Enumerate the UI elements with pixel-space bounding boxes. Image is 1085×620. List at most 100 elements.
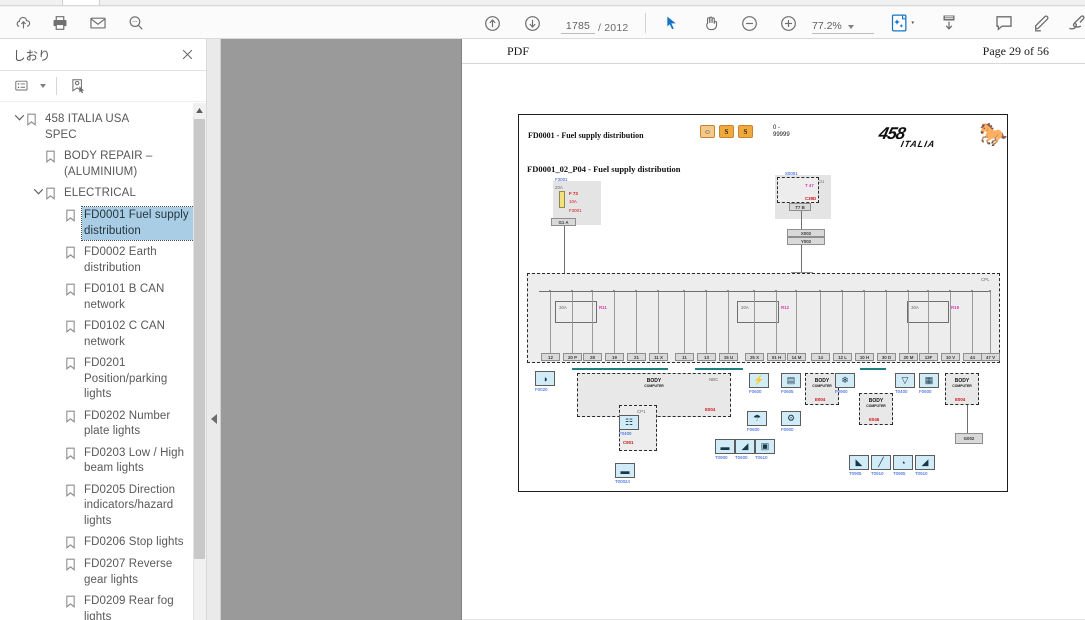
twisty-placeholder (51, 244, 65, 247)
twisty-placeholder (51, 355, 65, 358)
component-symbol-ref: F0600 (747, 427, 760, 432)
bookmark-item-body[interactable]: BODY REPAIR – (ALUMINIUM) (0, 146, 206, 183)
main-toolbar: 1785 / 2012 77.2% (0, 7, 1085, 39)
bookmark-options-icon[interactable] (12, 76, 34, 96)
page-total-label: / 2012 (598, 22, 629, 34)
zoom-in-button[interactable] (775, 11, 801, 35)
component-symbol-box: ⚙ (781, 411, 801, 426)
junction-dot (613, 290, 615, 292)
diagram-range-label: 0 -99999 (773, 125, 790, 138)
terminal-wire (636, 291, 637, 353)
bookmarks-panel-header: しおり (0, 39, 206, 71)
relay-box-1-ref: R11 (599, 305, 607, 310)
hand-tool-icon[interactable] (698, 11, 724, 35)
page-header-left: PDF (507, 44, 530, 58)
terminal-wire (550, 291, 551, 353)
search-icon[interactable] (123, 11, 149, 35)
page-down-button[interactable] (519, 11, 545, 35)
chevron-down-icon[interactable] (40, 84, 46, 88)
fuse-rating: 10A (569, 199, 577, 204)
bookmark-tree-list: 458 ITALIA USA SPEC BODY REPAIR – (ALUMIN… (0, 103, 206, 620)
bookmark-item-fd0209[interactable]: FD0209 Rear fog lights (0, 591, 206, 620)
junction-dot (841, 290, 843, 292)
bookmark-item-fd0202[interactable]: FD0202 Number plate lights (0, 406, 206, 443)
highlight-pen-icon[interactable] (1029, 11, 1055, 35)
twisty-placeholder (51, 556, 65, 559)
bookmark-item-fd0203[interactable]: FD0203 Low / High beam lights (0, 443, 206, 480)
junction-dot (971, 290, 973, 292)
relay-box-2-rating: 20A (741, 305, 749, 310)
bus-bar-2 (695, 368, 743, 370)
enhance-scan-icon[interactable] (888, 11, 922, 35)
email-icon[interactable] (85, 11, 111, 35)
bookmark-item-fd0201[interactable]: FD0201 Position/parking lights (0, 353, 206, 406)
bookmark-item-fd0206[interactable]: FD0206 Stop lights (0, 532, 206, 554)
pdf-page[interactable]: PDF Page 29 of 56 FD0001 - Fuel supply d… (461, 39, 1085, 620)
bookmark-item-fd0102[interactable]: FD0102 C CAN network (0, 316, 206, 353)
zoom-level-control[interactable]: 77.2% (812, 16, 874, 34)
sidebar-scrollbar-thumb[interactable] (194, 119, 205, 559)
junction-dot (657, 290, 659, 292)
body-computer-3-code: E046 (869, 417, 880, 422)
chevron-down-icon[interactable] (31, 185, 45, 195)
fill-and-sign-icon[interactable] (934, 11, 964, 35)
bookmark-item-fd0101[interactable]: FD0101 B CAN network (0, 279, 206, 316)
comment-icon[interactable] (990, 11, 1018, 35)
bookmark-item-fd0205[interactable]: FD0205 Direction indicators/hazard light… (0, 480, 206, 533)
chevron-down-icon[interactable] (12, 111, 26, 121)
bookmark-tree[interactable]: 458 ITALIA USA SPEC BODY REPAIR – (ALUMIN… (0, 103, 206, 620)
select-tool-icon[interactable] (659, 11, 685, 35)
ground-node: G002 (955, 433, 983, 444)
relay-ref: T 47 (805, 183, 814, 188)
page-number-input[interactable]: 1785 (561, 20, 595, 34)
terminal-cell-label: 44 (970, 354, 975, 360)
bookmarks-panel-title: しおり (13, 49, 51, 63)
chevron-down-icon[interactable] (847, 25, 854, 29)
terminal-cell: 13F (919, 353, 938, 361)
page-up-button[interactable] (479, 11, 505, 35)
terminal-wire (706, 291, 707, 353)
bookmark-item-458[interactable]: 458 ITALIA USA SPEC (0, 109, 206, 146)
collapse-panel-icon[interactable] (210, 413, 218, 425)
scroll-up-arrow-icon[interactable] (193, 103, 206, 117)
bookmark-item-electrical[interactable]: ELECTRICAL (0, 183, 206, 205)
component-symbol-box: ☂ (747, 411, 767, 426)
relay-box-1-rating: 30A (559, 305, 567, 310)
terminal-cell: 11 (675, 353, 694, 361)
twisty-placeholder (51, 281, 65, 284)
body-computer-2-code: E004 (815, 397, 826, 402)
junction-dot (989, 290, 991, 292)
component-symbol-ref: T0610 (755, 455, 768, 460)
component-symbol-ref: T0910 (871, 471, 884, 476)
connector-node-left: G1 A (551, 218, 576, 226)
bookmark-item-fd0207[interactable]: FD0207 Reverse gear lights (0, 554, 206, 591)
body-computer-2-subtitle: COMPUTER (812, 384, 832, 388)
terminal-wire (572, 291, 573, 353)
bookmark-item-fd0001[interactable]: FD0001 Fuel supply distribution (0, 205, 206, 242)
panel-splitter[interactable] (207, 39, 221, 620)
draw-tool-icon[interactable] (1063, 11, 1085, 35)
terminal-wire (928, 291, 929, 353)
terminal-cell: 12 (541, 353, 560, 361)
document-viewport[interactable]: PDF Page 29 of 56 FD0001 - Fuel supply d… (221, 39, 1085, 620)
junction-dot (863, 290, 865, 292)
bookmark-item-fd0002[interactable]: FD0002 Earth distribution (0, 242, 206, 279)
right-relay-top-tag: S0001 (785, 171, 798, 176)
twisty-placeholder (51, 408, 65, 411)
new-bookmark-icon[interactable] (67, 76, 89, 96)
body-computer-1-subtitle: COMPUTER (644, 384, 664, 388)
diagram-badges: ☺ S S (700, 125, 753, 138)
bookmark-icon (65, 556, 82, 574)
wiring-diagram[interactable]: FD0001 - Fuel supply distribution ☺ S S … (518, 114, 1008, 492)
terminal-wire (950, 291, 951, 353)
zoom-out-button[interactable] (736, 11, 762, 35)
component-symbol-box: ▦ (919, 373, 939, 388)
cloud-upload-icon[interactable] (10, 11, 36, 35)
bookmark-icon (65, 281, 82, 299)
left-fuse-pin: 20A (555, 185, 563, 190)
terminal-cell-label: 11 X (654, 354, 663, 360)
close-icon[interactable] (180, 47, 196, 63)
page-header: PDF Page 29 of 56 (462, 39, 1085, 64)
junction-dot (683, 290, 685, 292)
print-icon[interactable] (47, 11, 73, 35)
